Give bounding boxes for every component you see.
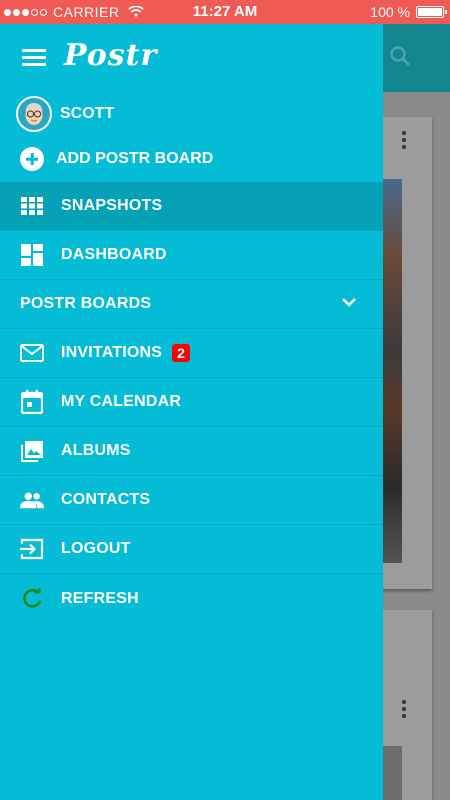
drawer-menu: SNAPSHOTS DASHBOARD POSTR BOARDS INVITAT… bbox=[0, 182, 383, 623]
photo-album-icon bbox=[20, 439, 44, 463]
user-profile[interactable]: SCOTT bbox=[16, 96, 114, 132]
more-vert-icon[interactable] bbox=[402, 131, 406, 149]
chevron-down-icon[interactable] bbox=[341, 296, 357, 308]
status-right: 100 % bbox=[370, 4, 447, 20]
menu-item-label: CONTACTS bbox=[61, 491, 151, 508]
search-icon[interactable] bbox=[388, 44, 412, 68]
menu-item-logout[interactable]: LOGOUT bbox=[0, 525, 383, 574]
people-icon bbox=[20, 488, 44, 512]
menu-item-dashboard[interactable]: DASHBOARD bbox=[0, 231, 383, 280]
calendar-icon bbox=[20, 390, 44, 414]
menu-item-label: REFRESH bbox=[61, 589, 139, 607]
menu-item-contacts[interactable]: CONTACTS bbox=[0, 476, 383, 525]
dashboard-icon bbox=[20, 243, 44, 267]
menu-item-label: SNAPSHOTS bbox=[61, 197, 163, 214]
add-board-label: ADD POSTR BOARD bbox=[56, 150, 214, 167]
status-bar: CARRIER 11:27 AM 100 % bbox=[0, 0, 450, 24]
menu-item-label: MY CALENDAR bbox=[61, 393, 182, 410]
add-circle-icon bbox=[20, 147, 44, 171]
menu-item-label: INVITATIONS bbox=[61, 344, 163, 361]
menu-item-label: ALBUMS bbox=[61, 442, 131, 459]
mail-icon bbox=[20, 341, 44, 365]
battery-percent: 100 % bbox=[370, 4, 410, 20]
menu-item-label: POSTR BOARDS bbox=[20, 295, 152, 312]
menu-item-snapshots[interactable]: SNAPSHOTS bbox=[0, 182, 383, 231]
add-postr-board-button[interactable]: ADD POSTR BOARD bbox=[20, 144, 213, 174]
menu-item-postr-boards[interactable]: POSTR BOARDS bbox=[0, 280, 383, 329]
menu-item-refresh[interactable]: REFRESH bbox=[0, 574, 383, 623]
avatar-face-icon bbox=[25, 103, 43, 125]
notification-badge: 2 bbox=[172, 344, 190, 362]
logout-icon bbox=[20, 537, 44, 561]
more-vert-icon[interactable] bbox=[402, 700, 406, 718]
avatar[interactable] bbox=[16, 96, 52, 132]
menu-item-label: LOGOUT bbox=[61, 540, 131, 557]
battery-icon bbox=[416, 6, 447, 18]
app-logo: Postr bbox=[64, 38, 158, 73]
menu-icon[interactable] bbox=[22, 49, 46, 66]
navigation-drawer: Postr SCOTT ADD POSTR BOARD SNAPSHOTS DA… bbox=[0, 24, 383, 800]
menu-item-invitations[interactable]: INVITATIONS 2 bbox=[0, 329, 383, 378]
grid-icon bbox=[20, 194, 44, 218]
refresh-icon bbox=[20, 587, 44, 611]
menu-item-my-calendar[interactable]: MY CALENDAR bbox=[0, 378, 383, 427]
drawer-header: Postr bbox=[0, 24, 383, 90]
menu-item-label: DASHBOARD bbox=[61, 246, 167, 263]
user-name: SCOTT bbox=[60, 105, 115, 122]
menu-item-albums[interactable]: ALBUMS bbox=[0, 427, 383, 476]
